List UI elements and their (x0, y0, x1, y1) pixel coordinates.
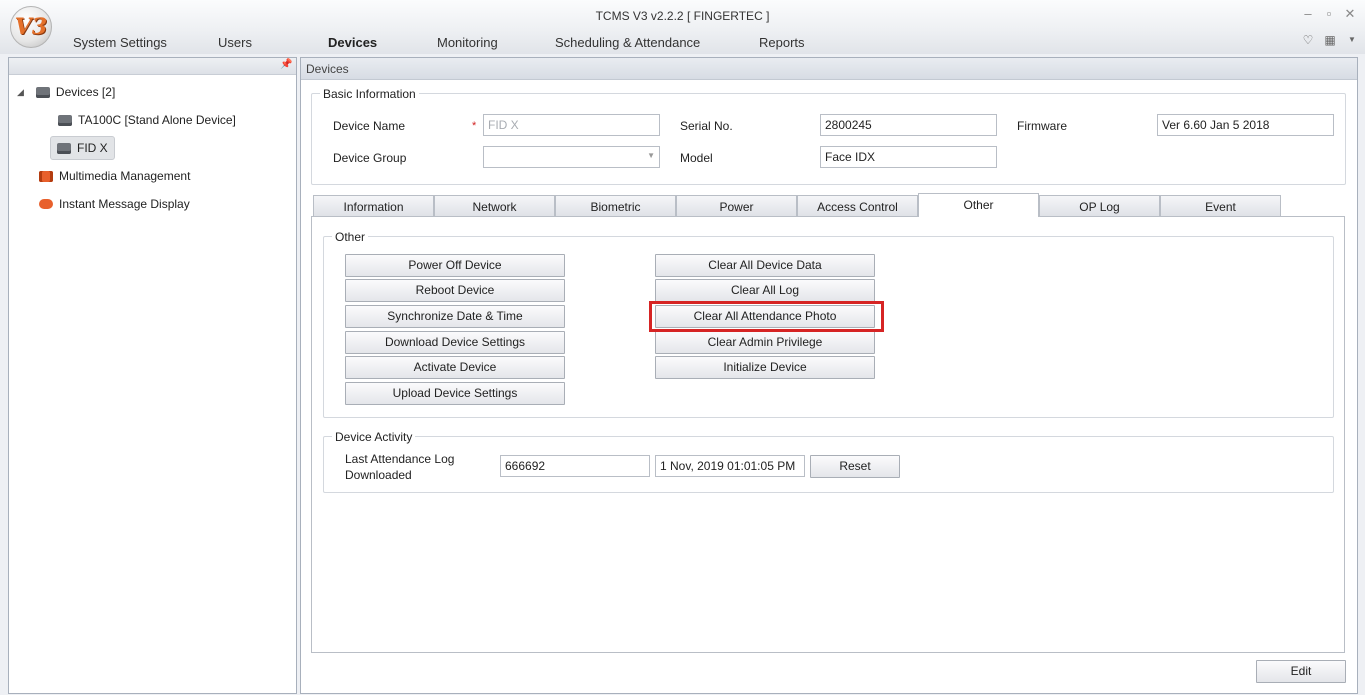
close-icon[interactable]: ✕ (1342, 6, 1358, 22)
clear-all-device-data-button[interactable]: Clear All Device Data (655, 254, 875, 277)
serial-no-label: Serial No. (680, 119, 733, 133)
tree-multimedia-management[interactable]: Multimedia Management (39, 164, 190, 188)
firmware-label: Firmware (1017, 119, 1067, 133)
log-time-field[interactable]: 1 Nov, 2019 01:01:05 PM (655, 455, 805, 477)
menu-scheduling-attendance[interactable]: Scheduling & Attendance (555, 35, 700, 50)
tree-devices-label: Devices [2] (55, 85, 116, 99)
pin-icon[interactable]: 📌 (280, 59, 292, 70)
menu-users[interactable]: Users (218, 35, 252, 50)
firmware-field[interactable]: Ver 6.60 Jan 5 2018 (1157, 114, 1334, 136)
model-field[interactable]: Face IDX (820, 146, 997, 168)
menu-devices[interactable]: Devices (328, 35, 377, 50)
group-label: Device Activity (332, 430, 416, 444)
restore-icon[interactable]: ▫ (1321, 6, 1337, 22)
device-icon (58, 114, 72, 126)
minimize-icon[interactable]: – (1300, 6, 1316, 22)
device-name-field[interactable]: FID X (483, 114, 660, 136)
tab-information[interactable]: Information (313, 195, 434, 216)
clear-admin-privilege-button[interactable]: Clear Admin Privilege (655, 331, 875, 354)
device-icon (57, 142, 71, 154)
tab-access-control[interactable]: Access Control (797, 195, 918, 216)
required-marker: * (472, 120, 477, 132)
menu-monitoring[interactable]: Monitoring (437, 35, 498, 50)
tab-network[interactable]: Network (434, 195, 555, 216)
download-device-settings-button[interactable]: Download Device Settings (345, 331, 565, 354)
last-log-label-line1: Last Attendance Log (345, 452, 455, 466)
device-group-label: Device Group (333, 151, 407, 165)
dropdown-arrow-icon[interactable]: ▼ (1344, 32, 1360, 48)
tab-event[interactable]: Event (1160, 195, 1281, 216)
group-label: Basic Information (320, 87, 419, 101)
tree-devices-root[interactable]: ◢ Devices [2] (17, 80, 115, 104)
tree-device-fidx[interactable]: FID X (50, 136, 115, 160)
highlight-box (649, 301, 884, 332)
layout-icon[interactable]: ▦ (1322, 32, 1338, 48)
activate-device-button[interactable]: Activate Device (345, 356, 565, 379)
clear-all-log-button[interactable]: Clear All Log (655, 279, 875, 302)
tab-power[interactable]: Power (676, 195, 797, 216)
reset-button[interactable]: Reset (810, 455, 900, 478)
upload-device-settings-button[interactable]: Upload Device Settings (345, 382, 565, 405)
app-logo: V3 (10, 6, 52, 48)
power-off-device-button[interactable]: Power Off Device (345, 254, 565, 277)
tree-panel-header (9, 58, 296, 75)
tree-device-ta100c[interactable]: TA100C [Stand Alone Device] (58, 108, 236, 132)
message-icon (39, 199, 53, 209)
group-label: Other (332, 230, 369, 244)
tree-item-label: Instant Message Display (59, 197, 190, 211)
device-name-label: Device Name (333, 119, 406, 133)
serial-no-field[interactable]: 2800245 (820, 114, 997, 136)
tree-item-label: Multimedia Management (59, 169, 191, 183)
menu-reports[interactable]: Reports (759, 35, 805, 50)
last-log-label-line2: Downloaded (345, 468, 412, 482)
synchronize-date-time-button[interactable]: Synchronize Date & Time (345, 305, 565, 328)
edit-button[interactable]: Edit (1256, 660, 1346, 683)
panel-header: Devices (301, 58, 1357, 80)
collapse-icon[interactable]: ◢ (17, 87, 24, 98)
tab-biometric[interactable]: Biometric (555, 195, 676, 216)
tab-op-log[interactable]: OP Log (1039, 195, 1160, 216)
tree-instant-message-display[interactable]: Instant Message Display (39, 192, 190, 216)
reboot-device-button[interactable]: Reboot Device (345, 279, 565, 302)
tab-other[interactable]: Other (918, 193, 1039, 217)
device-icon (35, 86, 50, 98)
window-title: TCMS V3 v2.2.2 [ FINGERTEC ] (595, 9, 770, 23)
chevron-down-icon[interactable]: ▼ (647, 151, 655, 160)
device-group-select[interactable]: ▼ (483, 146, 660, 168)
film-icon (39, 170, 53, 182)
initialize-device-button[interactable]: Initialize Device (655, 356, 875, 379)
log-count-field[interactable]: 666692 (500, 455, 650, 477)
menu-system-settings[interactable]: System Settings (73, 35, 167, 50)
model-label: Model (680, 151, 713, 165)
tree-device-label: FID X (77, 141, 108, 155)
tree-device-label: TA100C [Stand Alone Device] (78, 113, 236, 127)
heart-icon[interactable]: ♡ (1300, 32, 1316, 48)
basic-information-group (311, 93, 1346, 185)
